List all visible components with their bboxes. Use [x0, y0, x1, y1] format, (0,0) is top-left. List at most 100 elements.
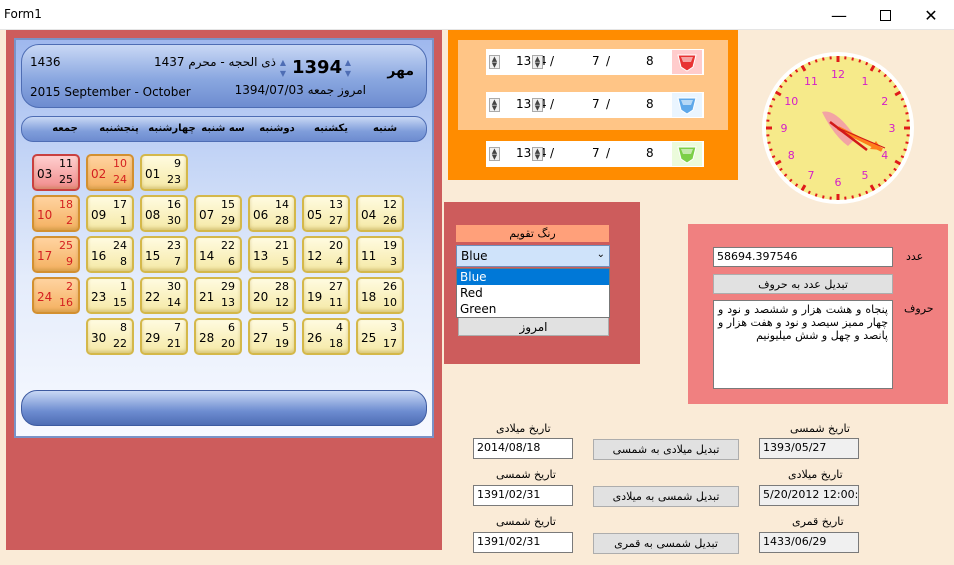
- day-hijri: 7: [174, 321, 181, 334]
- spin-icon[interactable]: ▲ ▼: [489, 147, 500, 161]
- gem-icon[interactable]: [672, 50, 702, 74]
- g2p-button[interactable]: تبدیل میلادی به شمسی: [593, 439, 739, 460]
- calendar-day[interactable]: 14 22 6: [194, 236, 242, 273]
- calendar-day[interactable]: 28 6 20: [194, 318, 242, 355]
- day-persian: 24: [37, 290, 53, 304]
- spin-icon[interactable]: ▲ ▼: [489, 98, 500, 112]
- date-picker[interactable]: ▲▼1394▲▼/7/8: [486, 141, 704, 167]
- calendar-day[interactable]: 19 27 11: [302, 277, 350, 314]
- day-persian: 20: [253, 290, 269, 304]
- day-persian: 19: [307, 290, 323, 304]
- g2p-input[interactable]: 2014/08/18: [473, 438, 573, 459]
- color-combobox[interactable]: Blue ⌄: [456, 245, 610, 267]
- picker-day: 8: [646, 97, 654, 111]
- day-hijri: 23: [167, 239, 181, 252]
- number-label: عدد: [906, 250, 924, 263]
- words-label: حروف: [904, 302, 934, 315]
- day-persian: 02: [91, 167, 107, 181]
- calendar-day[interactable]: 08 16 30: [140, 195, 188, 232]
- close-icon: ✕: [924, 5, 938, 25]
- clock-tick: [822, 57, 825, 61]
- calendar-day[interactable]: 27 5 19: [248, 318, 296, 355]
- clock-tick: [900, 97, 905, 101]
- chevron-down-icon: ▼: [344, 69, 352, 78]
- clock-numeral: 3: [889, 122, 896, 135]
- calendar-day[interactable]: 02 10 24: [86, 154, 134, 191]
- calendar-day[interactable]: 17 25 9: [32, 236, 80, 273]
- calendar-day[interactable]: 25 3 17: [356, 318, 404, 355]
- color-option-green[interactable]: Green: [457, 301, 609, 317]
- clock-numeral: 10: [784, 95, 798, 108]
- day-hijri: 20: [329, 239, 343, 252]
- calendar-day[interactable]: 01 9 23: [140, 154, 188, 191]
- calendar-day[interactable]: 29 7 21: [140, 318, 188, 355]
- calendar-day[interactable]: 18 26 10: [356, 277, 404, 314]
- year-spin-left[interactable]: ▲ ▼: [278, 57, 288, 81]
- minimize-button[interactable]: —: [816, 0, 862, 30]
- day-gregorian: 9: [66, 255, 73, 268]
- calendar-day[interactable]: 04 12 26: [356, 195, 404, 232]
- p2g-output[interactable]: 5/20/2012 12:00:00: [759, 485, 859, 506]
- color-option-blue[interactable]: Blue: [457, 269, 609, 285]
- calendar-day[interactable]: 05 13 27: [302, 195, 350, 232]
- weekday-sun: یکشنبه: [314, 123, 348, 134]
- close-button[interactable]: ✕: [908, 0, 954, 30]
- today-button[interactable]: امروز: [458, 317, 609, 336]
- calendar-day[interactable]: 20 28 12: [248, 277, 296, 314]
- day-gregorian: 12: [275, 296, 289, 309]
- calendar-day[interactable]: 13 21 5: [248, 236, 296, 273]
- calendar-day[interactable]: 16 24 8: [86, 236, 134, 273]
- maximize-button[interactable]: [862, 0, 908, 30]
- clock-tick: [877, 183, 882, 187]
- p2h-output[interactable]: 1433/06/29: [759, 532, 859, 553]
- day-gregorian: 29: [221, 214, 235, 227]
- words-output[interactable]: پنجاه و هشت هزار و ششصد و نود و چهار ممی…: [713, 300, 893, 389]
- weekday-mon: دوشنبه: [259, 123, 295, 134]
- calendar-day[interactable]: 22 30 14: [140, 277, 188, 314]
- calendar-day[interactable]: 26 4 18: [302, 318, 350, 355]
- date-picker[interactable]: ▲▼1394▲▼/7/8: [486, 92, 704, 118]
- picker-separator: /: [606, 54, 611, 68]
- p2g-input[interactable]: 1391/02/31: [473, 485, 573, 506]
- day-persian: 15: [145, 249, 161, 263]
- weekday-fri: جمعه: [52, 123, 78, 134]
- calendar-day[interactable]: 10 18 2: [32, 195, 80, 232]
- persian-year: 1394: [292, 57, 343, 78]
- spin-icon[interactable]: ▲ ▼: [489, 55, 500, 69]
- gem-icon[interactable]: [672, 93, 702, 117]
- calendar-day[interactable]: 23 1 15: [86, 277, 134, 314]
- day-hijri: 11: [59, 157, 73, 170]
- calendar-day[interactable]: 24 2 16: [32, 277, 80, 314]
- calendar-day[interactable]: 06 14 28: [248, 195, 296, 232]
- calendar-day[interactable]: 09 17 1: [86, 195, 134, 232]
- p2h-input[interactable]: 1391/02/31: [473, 532, 573, 553]
- title-bar: Form1 — ✕: [0, 0, 954, 30]
- gem-icon[interactable]: [672, 142, 702, 166]
- day-gregorian: 6: [228, 255, 235, 268]
- day-persian: 12: [307, 249, 323, 263]
- calendar-day[interactable]: 21 29 13: [194, 277, 242, 314]
- number-input[interactable]: 58694.397546: [713, 247, 893, 267]
- calendar-day[interactable]: 15 23 7: [140, 236, 188, 273]
- p2g-button[interactable]: تبدیل شمسی به میلادی: [593, 486, 739, 507]
- date-picker[interactable]: ▲▼1394▲▼/7/8: [486, 49, 704, 75]
- picker-day: 8: [646, 54, 654, 68]
- calendar-day[interactable]: 07 15 29: [194, 195, 242, 232]
- calendar-day[interactable]: 11 19 3: [356, 236, 404, 273]
- p2h-button[interactable]: تبدیل شمسی به قمری: [593, 533, 739, 554]
- calendar-day[interactable]: 03 11 25: [32, 154, 80, 191]
- day-gregorian: 16: [59, 296, 73, 309]
- convert-number-button[interactable]: تبدیل عدد به حروف: [713, 274, 893, 294]
- g2p-output[interactable]: 1393/05/27: [759, 438, 859, 459]
- calendar-day[interactable]: 12 20 4: [302, 236, 350, 273]
- year-spin-right[interactable]: ▲ ▼: [343, 57, 353, 81]
- spin-icon[interactable]: ▲ ▼: [532, 147, 543, 161]
- clock-tick: [905, 112, 909, 115]
- spin-icon[interactable]: ▲ ▼: [532, 98, 543, 112]
- spin-icon[interactable]: ▲ ▼: [532, 55, 543, 69]
- clock-tick: [903, 148, 907, 152]
- weekday-tue: سه شنبه: [201, 123, 245, 134]
- calendar-color-label: رنگ تقویم: [456, 225, 609, 242]
- calendar-day[interactable]: 30 8 22: [86, 318, 134, 355]
- color-option-red[interactable]: Red: [457, 285, 609, 301]
